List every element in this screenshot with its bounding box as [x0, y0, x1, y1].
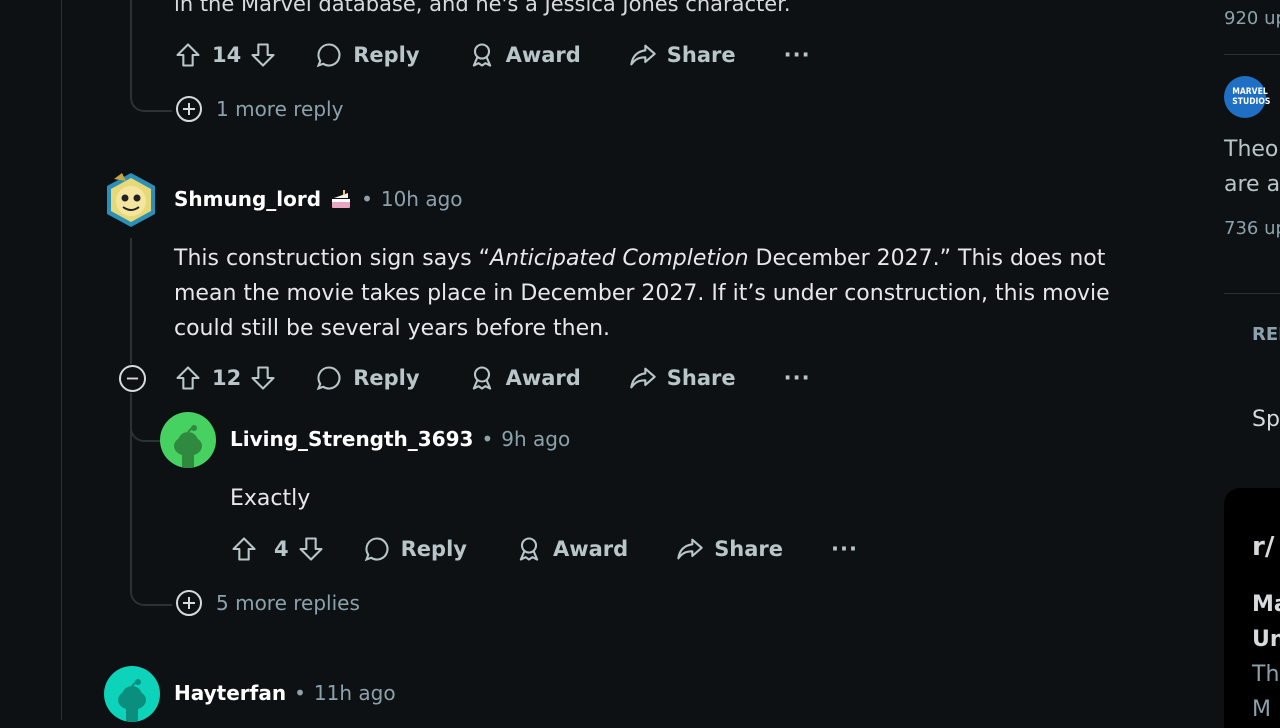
sidebar-divider [1224, 293, 1280, 294]
upvote-arrow-icon[interactable] [230, 535, 258, 563]
vote-group: 14 [174, 41, 277, 69]
downvote-arrow-icon[interactable] [297, 535, 325, 563]
subreddit-card: r/ Ma Un Th M [1224, 488, 1280, 728]
comment-bubble-icon [315, 364, 343, 392]
award-label: Award [552, 537, 629, 561]
reply-button[interactable]: Reply [315, 41, 420, 69]
username[interactable]: Living_Strength_3693 [230, 427, 473, 451]
more-replies-label: 1 more reply [216, 97, 344, 121]
top-comment-partial-text: in the Marvel database, and he's a Jessi… [174, 0, 791, 16]
avatar[interactable] [104, 171, 158, 229]
share-button[interactable]: Share [629, 41, 736, 69]
more-options-button[interactable]: ··· [831, 537, 858, 561]
award-label: Award [505, 43, 581, 67]
reply-button[interactable]: Reply [315, 364, 420, 392]
award-ribbon-icon [468, 364, 496, 392]
upvote-arrow-icon[interactable] [174, 364, 202, 392]
top-comment-actions: 14 Reply Award Share ··· [174, 35, 811, 75]
username[interactable]: Hayterfan [174, 681, 286, 705]
marvel-studios-logo[interactable]: MARVEL STUDIOS [1224, 76, 1271, 118]
reply-label: Reply [353, 366, 420, 390]
share-button[interactable]: Share [629, 364, 736, 392]
comment-body-italic: Anticipated Completion [490, 246, 749, 271]
cake-day-icon [329, 187, 353, 211]
timestamp: 11h ago [313, 681, 396, 705]
more-replies-label: 5 more replies [216, 591, 360, 615]
comment-body: This construction sign says “Anticipated… [174, 241, 1164, 346]
subreddit-title-2: Un [1252, 627, 1280, 652]
vote-group: 12 [174, 364, 277, 392]
vote-count: 14 [212, 43, 242, 67]
share-arrow-icon [629, 41, 657, 69]
sidebar-item[interactable]: Sp [1252, 407, 1280, 432]
separator-dot: • [481, 427, 494, 451]
comment-body-text-start: This construction sign says “ [174, 246, 491, 271]
expand-plus-icon [176, 590, 202, 616]
sidebar-divider [1224, 54, 1280, 55]
logo-text: MARVEL STUDIOS [1232, 87, 1271, 107]
reply-label: Reply [353, 43, 420, 67]
award-label: Award [505, 366, 581, 390]
avatar[interactable] [104, 666, 160, 722]
comment-bubble-icon [315, 41, 343, 69]
share-label: Share [714, 537, 784, 561]
award-ribbon-icon [468, 41, 496, 69]
more-options-icon: ··· [831, 537, 858, 561]
username[interactable]: Shmung_lord [174, 187, 321, 211]
avatar[interactable] [160, 412, 216, 468]
share-label: Share [666, 366, 736, 390]
thread-connector-more [130, 560, 172, 606]
right-sidebar: 920 up MARVEL STUDIOS Theo are a 736 up … [1200, 0, 1280, 728]
award-button[interactable]: Award [515, 535, 628, 563]
comment-author-line: Shmung_lord • 10h ago [174, 187, 463, 211]
subreddit-desc-2: M [1252, 697, 1271, 722]
sidebar-upvotes: 920 up [1224, 8, 1280, 29]
comment-author-line: Hayterfan • 11h ago [174, 681, 396, 705]
more-replies-link[interactable]: 5 more replies [176, 590, 360, 616]
sidebar-post-title-1[interactable]: Theo [1224, 137, 1278, 162]
upvote-arrow-icon[interactable] [174, 41, 202, 69]
more-options-icon: ··· [783, 366, 811, 390]
reply-author-line: Living_Strength_3693 • 9h ago [230, 427, 570, 451]
vote-count: 4 [274, 537, 289, 561]
share-arrow-icon [676, 535, 704, 563]
share-button[interactable]: Share [676, 535, 783, 563]
comment-bubble-icon [363, 535, 391, 563]
comment-actions: 12 Reply Award Share ··· [174, 358, 811, 398]
subreddit-name[interactable]: r/ [1252, 532, 1274, 562]
reply-actions: 4 Reply Award Share ··· [230, 529, 858, 569]
award-button[interactable]: Award [468, 364, 581, 392]
downvote-arrow-icon[interactable] [249, 364, 277, 392]
expand-plus-icon [176, 96, 202, 122]
subreddit-title-1: Ma [1252, 592, 1280, 617]
sidebar-post-title-2[interactable]: are a [1224, 172, 1280, 197]
share-label: Share [666, 43, 736, 67]
more-options-button[interactable]: ··· [784, 43, 811, 67]
subreddit-desc-1: Th [1252, 662, 1280, 687]
vote-count: 12 [212, 366, 242, 390]
share-arrow-icon [629, 364, 657, 392]
outer-thread-line [61, 0, 62, 720]
vote-group: 4 [230, 535, 325, 563]
downvote-arrow-icon[interactable] [249, 41, 277, 69]
timestamp: 10h ago [380, 187, 463, 211]
top-more-replies[interactable]: 1 more reply [176, 96, 343, 122]
sidebar-section-label: REI [1252, 324, 1280, 345]
reply-label: Reply [400, 537, 467, 561]
more-options-button[interactable]: ··· [784, 366, 811, 390]
more-options-icon: ··· [783, 43, 811, 67]
reply-button[interactable]: Reply [363, 535, 467, 563]
reply-body: Exactly [230, 486, 311, 511]
award-button[interactable]: Award [468, 41, 581, 69]
collapse-minus-icon[interactable] [119, 365, 146, 392]
comment-thread-line [130, 238, 132, 364]
timestamp: 9h ago [501, 427, 571, 451]
thread-connector-top [130, 0, 172, 112]
sidebar-upvotes-2: 736 up [1224, 218, 1280, 239]
award-ribbon-icon [515, 535, 543, 563]
separator-dot: • [361, 187, 373, 211]
separator-dot: • [294, 681, 306, 705]
